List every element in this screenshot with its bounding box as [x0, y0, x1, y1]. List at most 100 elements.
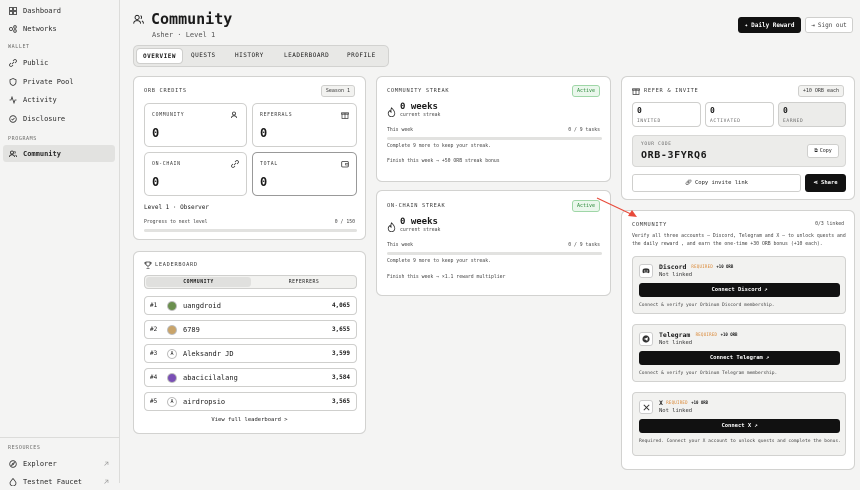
view-full-leaderboard-link[interactable]: View full leaderboard > — [134, 417, 365, 423]
level-text: Level 1 · Observer — [144, 204, 210, 211]
stat-earned: 0 EARNED — [778, 102, 846, 127]
drop-icon — [8, 477, 17, 486]
streak-progress-bar — [387, 137, 602, 140]
link-icon — [231, 160, 239, 168]
stat-activated: 0 ACTIVATED — [705, 102, 774, 127]
streak-weeks: 0 weeks — [400, 102, 438, 112]
leaderboard-row[interactable]: #2 6789 3,655 — [144, 320, 357, 339]
streak-note: Complete 9 more to keep your streak. — [387, 259, 491, 264]
account-name: X — [659, 399, 663, 407]
external-link-icon — [103, 479, 109, 485]
link-status: Not linked — [659, 272, 693, 278]
player-score: 4,065 — [331, 302, 350, 309]
streak-caption: current streak — [400, 228, 441, 233]
bonus-badge: +10 ORB — [716, 264, 734, 269]
progress-label: Progress to next level — [144, 220, 208, 225]
compass-icon — [8, 459, 17, 468]
player-name: uangdroid — [183, 302, 221, 310]
sidebar-item-public[interactable]: Public — [3, 54, 115, 71]
account-name: Discord — [659, 263, 687, 271]
annotation-arrow — [595, 196, 640, 221]
player-score: 3,599 — [331, 350, 350, 357]
copy-code-button[interactable]: ⧉ Copy — [807, 144, 839, 158]
tab-profile[interactable]: PROFILE — [347, 52, 376, 59]
leaderboard-tab-referrers[interactable]: REFERRERS — [252, 277, 356, 287]
connect-telegram-button[interactable]: Connect Telegram ↗ — [639, 351, 840, 365]
account-note: Connect & verify your Orbinum Telegram m… — [639, 371, 778, 376]
tab-history[interactable]: HISTORY — [235, 52, 264, 59]
share-button[interactable]: ⋖ Share — [805, 174, 846, 192]
leaderboard-row[interactable]: #3 A Aleksandr JD 3,599 — [144, 344, 357, 363]
sidebar: Dashboard Networks WALLET Public Private… — [0, 0, 120, 486]
sidebar-item-disclosure[interactable]: Disclosure — [3, 110, 115, 127]
users-icon — [231, 111, 239, 119]
player-name: airdropsio — [183, 398, 226, 406]
sidebar-item-label: Explorer — [23, 459, 57, 468]
stat-total: TOTAL 0 — [252, 152, 357, 196]
account-discord: Discord REQUIRED +10 ORB Not linked Conn… — [632, 256, 846, 314]
rank: #5 — [150, 398, 158, 405]
wallet-section-label: WALLET — [8, 44, 30, 50]
sidebar-item-explorer[interactable]: Explorer — [3, 455, 115, 472]
connect-discord-button[interactable]: Connect Discord ↗ — [639, 283, 840, 297]
avatar — [167, 301, 177, 311]
required-badge: REQUIRED — [695, 332, 718, 337]
check-circle-icon — [8, 114, 17, 123]
wallet-icon — [341, 160, 349, 168]
onchain-streak-title: ON-CHAIN STREAK — [387, 203, 446, 209]
programs-section-label: PROGRAMS — [8, 136, 37, 142]
player-name: Aleksandr JD — [183, 350, 234, 358]
sidebar-divider — [0, 437, 120, 438]
stat-invited: 0 INVITED — [632, 102, 701, 127]
sidebar-item-private-pool[interactable]: Private Pool — [3, 73, 115, 90]
sidebar-item-networks[interactable]: Networks — [3, 20, 115, 37]
sidebar-item-community[interactable]: Community — [3, 145, 115, 162]
leaderboard-title: LEADERBOARD — [155, 262, 198, 268]
leaderboard-card: LEADERBOARD COMMUNITY REFERRERS #1 uangd… — [133, 251, 366, 434]
player-score: 3,584 — [331, 374, 350, 381]
tasks-count: 0 / 9 tasks — [568, 243, 600, 248]
community-streak-card: COMMUNITY STREAK Active 0 weeks current … — [376, 76, 611, 182]
share-icon: ⋖ — [813, 180, 819, 186]
main-content: Community Asher · Level 1 ✦ Daily Reward … — [121, 0, 860, 483]
trophy-icon — [144, 261, 152, 269]
level-progress-bar — [144, 229, 357, 232]
leaderboard-row[interactable]: #1 uangdroid 4,065 — [144, 296, 357, 315]
external-link-icon — [103, 461, 109, 467]
account-telegram: Telegram REQUIRED +10 ORB Not linked Con… — [632, 324, 846, 382]
player-score: 3,655 — [331, 326, 350, 333]
leaderboard-row[interactable]: #5 A airdropsio 3,565 — [144, 392, 357, 411]
tab-overview[interactable]: OVERVIEW — [136, 48, 183, 64]
daily-reward-button[interactable]: ✦ Daily Reward — [738, 17, 801, 33]
activity-icon — [8, 95, 17, 104]
users-icon — [8, 149, 17, 158]
avatar — [167, 325, 177, 335]
network-icon — [8, 24, 17, 33]
leaderboard-tab-community[interactable]: COMMUNITY — [146, 277, 251, 287]
streak-bonus-note: Finish this week → ×1.1 reward multiplie… — [387, 275, 506, 280]
this-week-label: This week — [387, 243, 413, 248]
link-status: Not linked — [659, 408, 693, 414]
linked-count: 0/3 linked — [815, 222, 844, 227]
connect-x-button[interactable]: Connect X ↗ — [639, 419, 840, 433]
external-link-icon: ↗ — [765, 355, 770, 361]
leaderboard-row[interactable]: #4 abacicilalang 3,584 — [144, 368, 357, 387]
season-badge: Season 1 — [320, 85, 355, 97]
sidebar-item-testnet-faucet[interactable]: Testnet Faucet — [3, 473, 115, 490]
sidebar-item-label: Disclosure — [23, 114, 66, 123]
tab-leaderboard[interactable]: LEADERBOARD — [284, 52, 329, 59]
tab-quests[interactable]: QUESTS — [191, 52, 216, 59]
sign-out-button[interactable]: ⇥ Sign out — [805, 17, 853, 33]
page-subtitle: Asher · Level 1 — [152, 31, 216, 39]
this-week-label: This week — [387, 128, 413, 133]
sidebar-item-dashboard[interactable]: Dashboard — [3, 2, 115, 19]
grid-icon — [8, 6, 17, 15]
copy-invite-link-button[interactable]: 🔗︎ Copy invite link — [632, 174, 801, 192]
reward-badge: +10 ORB each — [797, 85, 844, 97]
sidebar-item-activity[interactable]: Activity — [3, 91, 115, 108]
sidebar-item-label: Public — [23, 58, 49, 67]
link-icon: 🔗︎ — [685, 180, 692, 186]
tab-bar: OVERVIEW QUESTS HISTORY LEADERBOARD PROF… — [133, 45, 389, 67]
bonus-badge: +10 ORB — [720, 332, 738, 337]
rank: #2 — [150, 326, 158, 333]
